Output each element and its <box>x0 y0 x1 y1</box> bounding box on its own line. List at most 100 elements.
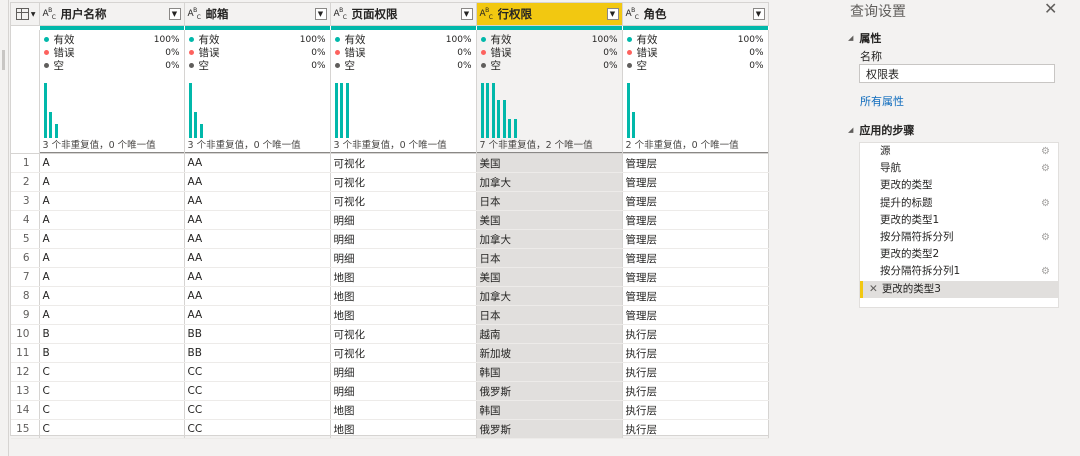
histogram-bar[interactable] <box>632 111 635 138</box>
close-icon[interactable]: ✕ <box>1044 0 1057 18</box>
row-number[interactable]: 3 <box>11 191 40 211</box>
table-cell[interactable]: CC <box>184 419 331 439</box>
histogram-bar[interactable] <box>334 82 338 138</box>
table-cell[interactable]: A <box>39 191 185 211</box>
query-name-input[interactable]: 权限表 <box>859 64 1055 83</box>
gear-icon[interactable]: ⚙ <box>1041 160 1050 177</box>
table-cell[interactable]: 管理层 <box>622 286 769 306</box>
column-header[interactable]: ABC 用户名称 ▼ <box>39 3 185 26</box>
text-type-icon[interactable]: ABC <box>626 7 639 21</box>
table-cell[interactable]: A <box>39 153 185 173</box>
table-cell[interactable]: A <box>39 305 185 325</box>
table-cell[interactable]: AA <box>184 267 331 287</box>
table-cell[interactable]: AA <box>184 229 331 249</box>
delete-step-icon[interactable]: ✕ <box>869 283 878 295</box>
table-menu-button[interactable]: ▼ <box>11 3 40 26</box>
histogram-bar[interactable] <box>43 82 47 138</box>
row-number[interactable]: 6 <box>11 248 40 268</box>
table-cell[interactable]: BB <box>184 324 331 344</box>
text-type-icon[interactable]: ABC <box>188 7 201 21</box>
column-header[interactable]: ABC 邮箱 ▼ <box>184 3 331 26</box>
table-cell[interactable]: CC <box>184 381 331 401</box>
table-cell[interactable]: AA <box>184 172 331 192</box>
left-queries-strip[interactable] <box>0 0 9 456</box>
table-cell[interactable]: BB <box>184 343 331 363</box>
table-cell[interactable]: 管理层 <box>622 210 769 230</box>
table-cell[interactable]: 加拿大 <box>476 286 623 306</box>
table-cell[interactable]: 韩国 <box>476 400 623 420</box>
table-cell[interactable]: AA <box>184 153 331 173</box>
column-header[interactable]: ABC 页面权限 ▼ <box>330 3 477 26</box>
table-cell[interactable]: AA <box>184 286 331 306</box>
table-cell[interactable]: 管理层 <box>622 229 769 249</box>
table-cell[interactable]: 韩国 <box>476 362 623 382</box>
row-number[interactable]: 10 <box>11 324 40 344</box>
table-cell[interactable]: 地图 <box>330 267 477 287</box>
histogram-bar[interactable] <box>480 82 484 138</box>
table-cell[interactable]: C <box>39 362 185 382</box>
row-number[interactable]: 1 <box>11 153 40 173</box>
table-cell[interactable]: AA <box>184 248 331 268</box>
applied-steps-section-header[interactable]: ◢ 应用的步骤 <box>848 122 914 138</box>
histogram-bar[interactable] <box>199 124 203 138</box>
table-cell[interactable]: A <box>39 229 185 249</box>
histogram-bar[interactable] <box>188 82 192 138</box>
table-cell[interactable]: 明细 <box>330 362 477 382</box>
table-cell[interactable]: 新加坡 <box>476 343 623 363</box>
table-cell[interactable]: 美国 <box>476 210 623 230</box>
table-cell[interactable]: 执行层 <box>622 324 769 344</box>
table-cell[interactable]: AA <box>184 305 331 325</box>
text-type-icon[interactable]: ABC <box>334 7 347 21</box>
applied-step[interactable]: 源 ⚙ <box>860 143 1058 160</box>
table-cell[interactable]: AA <box>184 210 331 230</box>
table-cell[interactable]: 地图 <box>330 286 477 306</box>
table-cell[interactable]: A <box>39 248 185 268</box>
table-cell[interactable]: B <box>39 324 185 344</box>
text-type-icon[interactable]: ABC <box>43 7 56 21</box>
table-cell[interactable]: 执行层 <box>622 362 769 382</box>
table-cell[interactable]: A <box>39 267 185 287</box>
table-cell[interactable]: 明细 <box>330 210 477 230</box>
table-cell[interactable]: 管理层 <box>622 305 769 325</box>
row-number[interactable]: 14 <box>11 400 40 420</box>
applied-step[interactable]: 更改的类型1 <box>860 212 1058 229</box>
table-cell[interactable]: 日本 <box>476 305 623 325</box>
applied-step[interactable]: 更改的类型2 <box>860 246 1058 263</box>
column-filter-dropdown-icon[interactable]: ▼ <box>752 8 765 20</box>
histogram-bar[interactable] <box>54 124 58 138</box>
row-number[interactable]: 2 <box>11 172 40 192</box>
column-filter-dropdown-icon[interactable]: ▼ <box>606 8 619 20</box>
table-cell[interactable]: 管理层 <box>622 191 769 211</box>
table-cell[interactable]: 执行层 <box>622 343 769 363</box>
table-cell[interactable]: 加拿大 <box>476 172 623 192</box>
histogram-bar[interactable] <box>502 100 506 138</box>
histogram-bar[interactable] <box>626 82 630 138</box>
gear-icon[interactable]: ⚙ <box>1041 143 1050 160</box>
applied-step[interactable]: 导航 ⚙ <box>860 160 1058 177</box>
row-number[interactable]: 11 <box>11 343 40 363</box>
table-cell[interactable]: C <box>39 381 185 401</box>
table-cell[interactable]: 明细 <box>330 248 477 268</box>
gear-icon[interactable]: ⚙ <box>1041 195 1050 212</box>
table-cell[interactable]: B <box>39 343 185 363</box>
table-cell[interactable]: C <box>39 419 185 439</box>
table-cell[interactable]: CC <box>184 400 331 420</box>
table-cell[interactable]: A <box>39 210 185 230</box>
table-cell[interactable]: 执行层 <box>622 419 769 439</box>
applied-step[interactable]: 提升的标题 ⚙ <box>860 195 1058 212</box>
table-cell[interactable]: A <box>39 172 185 192</box>
histogram-bar[interactable] <box>345 82 349 138</box>
table-cell[interactable]: 美国 <box>476 267 623 287</box>
histogram-bar[interactable] <box>486 82 489 138</box>
table-cell[interactable]: 管理层 <box>622 172 769 192</box>
table-cell[interactable]: 管理层 <box>622 267 769 287</box>
applied-step[interactable]: 按分隔符拆分列1 ⚙ <box>860 263 1058 280</box>
table-cell[interactable]: 可视化 <box>330 343 477 363</box>
row-number[interactable]: 15 <box>11 419 40 439</box>
table-cell[interactable]: 管理层 <box>622 248 769 268</box>
table-cell[interactable]: A <box>39 286 185 306</box>
gear-icon[interactable]: ⚙ <box>1041 229 1050 246</box>
collapse-handle[interactable] <box>2 50 5 70</box>
table-cell[interactable]: 日本 <box>476 191 623 211</box>
histogram-bar[interactable] <box>340 82 343 138</box>
